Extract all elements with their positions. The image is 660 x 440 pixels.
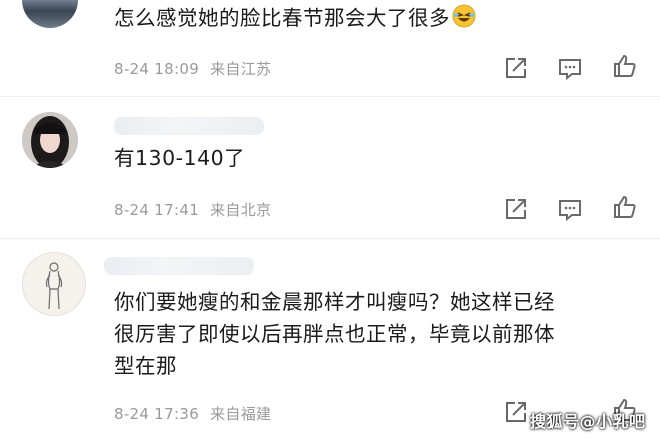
username-blurred[interactable] bbox=[104, 257, 254, 275]
comment-3: 你们要她瘦的和金晨那样才叫瘦吗？她这样已经 很厉害了即使以后再胖点也正常，毕竟以… bbox=[0, 0, 660, 440]
comment-meta: 8-24 17:36 来自福建 bbox=[114, 403, 277, 424]
comment-location: 来自福建 bbox=[210, 405, 272, 423]
comment-text-line: 很厉害了即使以后再胖点也正常，毕竟以前那体 bbox=[114, 322, 555, 346]
comment-text-line: 型在那 bbox=[114, 354, 177, 378]
avatar[interactable] bbox=[22, 252, 86, 316]
share-icon[interactable] bbox=[503, 399, 529, 425]
comment-text: 你们要她瘦的和金晨那样才叫瘦吗？她这样已经 很厉害了即使以后再胖点也正常，毕竟以… bbox=[114, 286, 555, 382]
comment-text-line: 你们要她瘦的和金晨那样才叫瘦吗？她这样已经 bbox=[114, 290, 555, 314]
comment-date: 8-24 17:36 bbox=[114, 405, 200, 423]
watermark: 搜狐号@小乳吧 bbox=[530, 412, 646, 431]
